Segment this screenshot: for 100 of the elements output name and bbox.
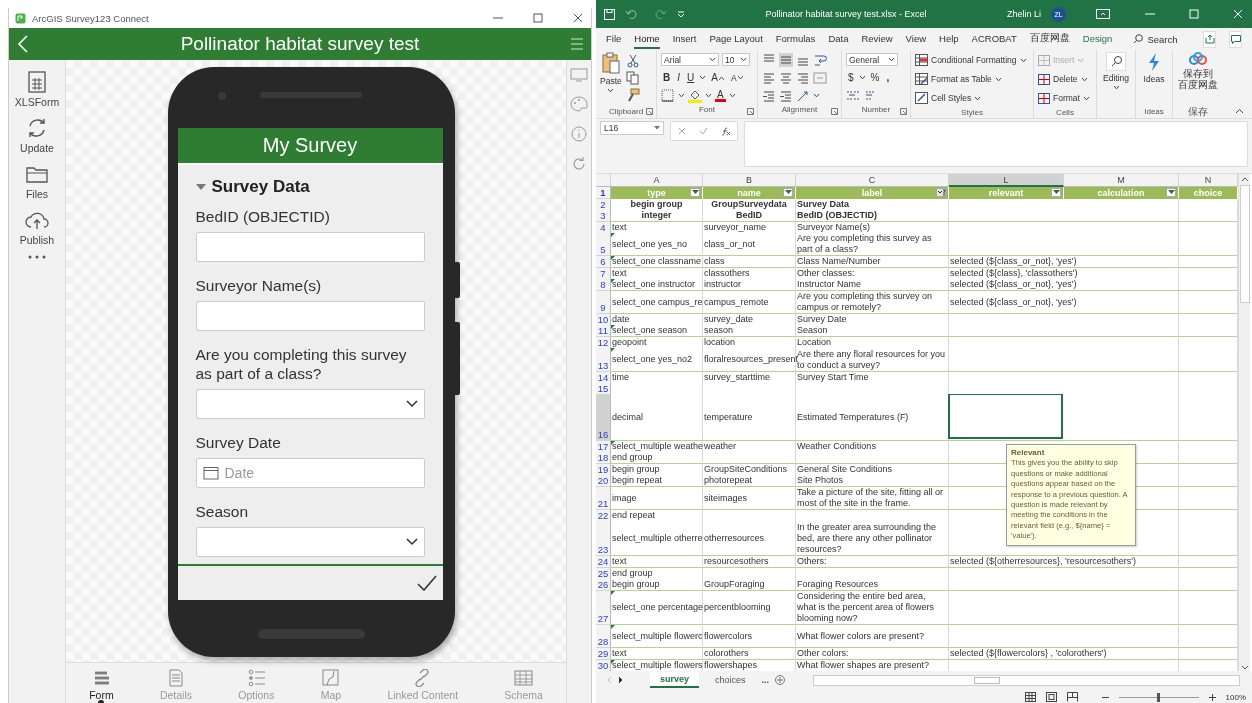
row-number[interactable]: 18 [597, 452, 609, 463]
row-number[interactable]: 25 [597, 568, 609, 579]
row-number[interactable]: 12 [597, 337, 609, 348]
zoom-in-icon[interactable] [1208, 693, 1216, 701]
decrease-decimal-icon[interactable] [863, 88, 877, 103]
ribbon-tab[interactable]: Design [1082, 29, 1113, 49]
selected-cell-outline[interactable] [948, 394, 1063, 439]
sheet-tab[interactable]: choices [705, 673, 756, 687]
palette-icon[interactable] [570, 96, 588, 112]
page-layout-icon[interactable] [1045, 692, 1057, 702]
insert-function-icon[interactable] [720, 126, 731, 136]
share-button[interactable] [1203, 30, 1217, 48]
dialog-launcher-icon[interactable] [831, 108, 838, 115]
cells-button[interactable]: Delete [1038, 71, 1092, 87]
bold-button[interactable]: B [661, 72, 673, 83]
copy-icon[interactable] [625, 71, 640, 85]
add-sheet-icon[interactable] [775, 675, 786, 685]
ribbon-tab[interactable]: Review [861, 29, 893, 49]
sidebar-item[interactable]: Publish [19, 208, 55, 246]
bottom-tab[interactable]: Form [89, 663, 114, 703]
row-number[interactable]: 15 [597, 383, 609, 394]
increase-decimal-icon[interactable] [846, 88, 860, 103]
next-sheet-icon[interactable] [618, 676, 624, 684]
formula-input[interactable] [744, 121, 1248, 167]
row-number[interactable]: 26 [597, 579, 609, 590]
ribbon-tab[interactable]: File [606, 29, 622, 49]
ribbon-display-icon[interactable] [1096, 9, 1110, 19]
font-size-field[interactable]: 10 [722, 53, 750, 66]
wrap-text-icon[interactable] [813, 52, 827, 67]
dialog-launcher-icon[interactable] [646, 108, 653, 115]
checkmark-icon[interactable] [416, 575, 437, 591]
decrease-indent-icon[interactable] [762, 88, 776, 103]
page-break-icon[interactable] [1066, 692, 1078, 702]
sidebar-item[interactable]: XLSForm [14, 70, 60, 108]
row-number[interactable]: 29 [597, 648, 609, 659]
ribbon-tab[interactable]: Page Layout [709, 29, 763, 49]
search-box[interactable]: Search [1133, 33, 1178, 45]
refresh-icon[interactable] [571, 156, 587, 172]
comma-button[interactable]: , [884, 72, 892, 83]
dialog-launcher-icon[interactable] [900, 108, 907, 115]
name-box[interactable]: L16 [600, 121, 664, 135]
percent-button[interactable]: % [868, 72, 882, 83]
more-dots-icon[interactable] [27, 254, 47, 260]
save-icon[interactable] [604, 8, 615, 20]
scroll-down-icon[interactable] [1240, 665, 1249, 671]
sidebar-item[interactable]: Update [20, 116, 54, 154]
cancel-icon[interactable] [677, 127, 686, 135]
ribbon-tab[interactable]: View [905, 29, 927, 49]
column-header[interactable]: L [949, 174, 1064, 187]
italic-button[interactable]: I [675, 72, 682, 83]
normal-view-icon[interactable] [1024, 692, 1036, 702]
font-color-button[interactable]: A [715, 89, 726, 102]
text-field[interactable] [195, 301, 425, 331]
row-number[interactable]: 17 [597, 441, 609, 452]
group-header[interactable]: Survey Data [195, 177, 425, 197]
styles-button[interactable]: Cell Styles [915, 90, 1029, 106]
align-left-icon[interactable] [762, 70, 776, 85]
scrollbar-thumb[interactable] [1239, 185, 1250, 303]
merge-cells-icon[interactable] [813, 70, 827, 85]
row-number[interactable]: 30 [597, 660, 609, 671]
dropdown-field[interactable] [195, 389, 425, 419]
sidebar-item[interactable]: Files [25, 162, 49, 200]
row-number[interactable]: 10 [597, 314, 609, 325]
slider-thumb[interactable] [1157, 692, 1161, 702]
borders-icon[interactable] [661, 88, 675, 103]
zoom-level[interactable]: 100% [1225, 692, 1246, 702]
maximize-icon[interactable] [1188, 9, 1200, 19]
grow-font-button[interactable]: A [709, 72, 726, 83]
comments-button[interactable] [1229, 30, 1242, 48]
row-number[interactable]: 16 [597, 429, 609, 440]
text-field[interactable] [195, 232, 425, 262]
more-sheets-button[interactable]: ... [761, 675, 770, 685]
paste-button[interactable]: Paste [600, 52, 622, 105]
number-format-field[interactable]: General [846, 53, 898, 66]
cells-button[interactable]: Format [1038, 90, 1092, 106]
scissors-icon[interactable] [625, 54, 640, 68]
ribbon-tab[interactable]: Insert [672, 29, 697, 49]
enter-icon[interactable] [698, 127, 708, 135]
row-number[interactable]: 22 [597, 510, 609, 521]
customize-caret-icon[interactable] [677, 10, 685, 18]
orientation-icon[interactable] [796, 88, 810, 103]
format-painter-icon[interactable] [625, 88, 640, 102]
ribbon-tab[interactable]: Help [939, 29, 959, 49]
editing-button[interactable]: Editing [1103, 52, 1129, 105]
ribbon-tab[interactable]: ACROBAT [971, 29, 1017, 49]
ribbon-tab[interactable]: 百度网盘 [1029, 28, 1070, 50]
collapse-ribbon-icon[interactable] [1235, 108, 1244, 114]
row-number[interactable]: 14 [597, 372, 609, 383]
ribbon-tab[interactable]: Data [828, 29, 849, 49]
sheet-tab[interactable]: survey [650, 672, 700, 688]
row-number[interactable]: 19 [597, 464, 609, 475]
fill-bucket-icon[interactable] [688, 88, 702, 103]
row-number[interactable]: 20 [597, 475, 609, 486]
styles-button[interactable]: Conditional Formatting [915, 52, 1029, 68]
ribbon-tab[interactable]: Formulas [775, 29, 816, 49]
user-name[interactable]: Zhelin Li [1006, 9, 1041, 19]
dropdown-field[interactable] [195, 527, 425, 557]
filter-button[interactable] [936, 188, 946, 197]
ideas-button[interactable]: Ideas [1143, 52, 1165, 105]
row-number[interactable]: 9 [600, 302, 606, 313]
